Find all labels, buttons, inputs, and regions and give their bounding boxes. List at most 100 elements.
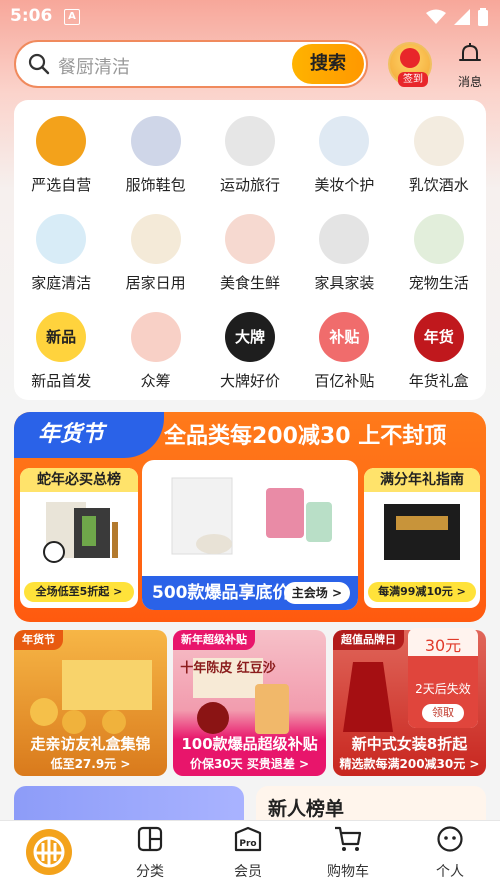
signin-button[interactable]: 签到 xyxy=(388,42,432,87)
product-image xyxy=(43,502,118,563)
home-logo-icon xyxy=(33,836,65,868)
home-tab[interactable] xyxy=(26,829,72,875)
chair-icon xyxy=(319,214,370,264)
tile-super-subsidy[interactable]: 新年超级补贴 十年陈皮 红豆沙 100款爆品超级补贴 价保30天 买贵退差 > xyxy=(173,630,326,776)
notification-icon: A xyxy=(64,9,80,25)
coupon-amount: 30元 xyxy=(424,636,462,655)
household-icon xyxy=(130,214,181,264)
pro-icon: Pro xyxy=(234,826,262,852)
category-panel: 严选自营 服饰鞋包 运动旅行 美妆个护 乳饮酒水家庭清洁 居家日用 美食生鲜 家具家装 宠物生活… xyxy=(14,100,486,400)
category-item[interactable]: 大牌 大牌好价 xyxy=(203,312,297,392)
search-icon xyxy=(28,53,50,75)
promo-main-venue-card[interactable]: 500款爆品享底价! 主会场 > xyxy=(142,460,358,610)
promo-right-title: 满分年礼指南 xyxy=(364,468,480,492)
category-item[interactable]: 居家日用 xyxy=(108,214,202,294)
pet-food-icon xyxy=(413,214,464,264)
category-item[interactable]: 严选自营 xyxy=(14,116,108,196)
category-item[interactable]: 家庭清洁 xyxy=(14,214,108,294)
category-label: 众筹 xyxy=(140,372,171,390)
promo-left-footer: 全场低至5折起 > xyxy=(24,582,134,602)
cleaning-icon xyxy=(36,214,87,264)
category-label: 居家日用 xyxy=(125,274,186,292)
tab-label: 个人 xyxy=(436,864,464,880)
bottom-tab-bar: 分类 Pro 会员 购物车 个人 xyxy=(0,820,500,888)
message-button[interactable]: 消息 xyxy=(450,42,490,90)
battery-icon xyxy=(478,8,488,26)
promo-main-caption-text: 500款爆品享底价! xyxy=(152,583,298,603)
category-label: 家庭清洁 xyxy=(31,274,92,292)
tab-cart[interactable]: 购物车 xyxy=(308,825,388,881)
svg-text:Pro: Pro xyxy=(239,839,256,849)
tile-tag: 新年超级补贴 xyxy=(173,630,255,650)
category-label: 百亿补贴 xyxy=(314,372,375,390)
tile-tag: 超值品牌日 xyxy=(333,630,404,650)
tile-subtitle: 低至27.9元 > xyxy=(50,757,131,771)
category-item[interactable]: 众筹 xyxy=(108,312,202,392)
category-label: 大牌好价 xyxy=(219,372,280,390)
coupon-expire: 2天后失效 xyxy=(415,682,471,696)
message-label: 消息 xyxy=(457,75,482,89)
product-image xyxy=(30,660,152,734)
category-item[interactable]: 家具家装 xyxy=(297,214,391,294)
tile-title: 新中式女装8折起 xyxy=(351,735,468,753)
gift-box-icon: 年货 xyxy=(413,312,464,362)
tab-profile[interactable]: 个人 xyxy=(410,825,490,881)
category-label: 乳饮酒水 xyxy=(408,176,469,194)
category-label: 宠物生活 xyxy=(408,274,469,292)
coin-icon xyxy=(400,48,420,68)
category-item[interactable]: 乳饮酒水 xyxy=(392,116,486,196)
promo-left-title: 蛇年必买总榜 xyxy=(20,468,138,492)
main-venue-button[interactable]: 主会场 > xyxy=(283,582,350,604)
tab-label: 购物车 xyxy=(327,864,369,880)
luggage-ball-icon xyxy=(224,116,275,166)
wifi-icon xyxy=(426,9,446,24)
crowdfunding-icon xyxy=(130,312,181,362)
tab-label: 分类 xyxy=(136,864,164,880)
category-item[interactable]: 宠物生活 xyxy=(392,214,486,294)
signin-label: 签到 xyxy=(398,72,428,87)
tile-subtitle: 精选款每满200减30元 > xyxy=(339,757,480,771)
tile-title: 100款爆品超级补贴 xyxy=(181,735,318,753)
status-time: 5:06 xyxy=(10,6,53,26)
search-input[interactable]: 餐厨清洁 xyxy=(58,53,130,79)
shirt-shoes-icon xyxy=(130,116,181,166)
coupon-claim-button[interactable]: 领取 xyxy=(422,704,464,722)
category-item[interactable]: 补贴 百亿补贴 xyxy=(297,312,391,392)
promo-left-card[interactable]: 蛇年必买总榜 全场低至5折起 > xyxy=(20,468,138,608)
drinks-icon xyxy=(413,116,464,166)
cosmetics-icon xyxy=(319,116,370,166)
category-label: 新品首发 xyxy=(31,372,92,390)
product-image xyxy=(171,477,332,555)
tab-membership[interactable]: Pro 会员 xyxy=(208,825,288,881)
search-button[interactable]: 搜索 xyxy=(292,44,364,84)
status-bar: 5:06 A xyxy=(0,0,500,36)
category-label: 严选自营 xyxy=(31,176,92,194)
category-badge-text: 年货 xyxy=(423,328,454,346)
tab-label: 会员 xyxy=(234,864,262,880)
coupon-card[interactable]: 30元 2天后失效 领取 xyxy=(408,628,478,728)
category-item[interactable]: 美食生鲜 xyxy=(203,214,297,294)
category-item[interactable]: 服饰鞋包 xyxy=(108,116,202,196)
big-brand-icon: 大牌 xyxy=(224,312,275,362)
category-label: 运动旅行 xyxy=(219,176,280,194)
category-item[interactable]: 新品 新品首发 xyxy=(14,312,108,392)
product-image xyxy=(384,504,460,560)
category-label: 家具家装 xyxy=(314,274,375,292)
new-year-promo-banner[interactable]: 年货节 全品类每200减30 上不封顶 蛇年必买总榜 全场低至5折起 > 500… xyxy=(14,412,486,622)
category-badge-text: 新品 xyxy=(46,328,77,346)
new-user-ranking-title: 新人榜单 xyxy=(268,798,345,820)
promo-right-card[interactable]: 满分年礼指南 每满99减10元 > xyxy=(364,468,480,608)
search-bar[interactable]: 餐厨清洁 搜索 xyxy=(14,40,368,88)
subsidy-icon: 补贴 xyxy=(319,312,370,362)
status-icons xyxy=(426,8,488,26)
category-item[interactable]: 运动旅行 xyxy=(203,116,297,196)
category-badge-text: 补贴 xyxy=(329,328,360,346)
category-grid: 严选自营 服饰鞋包 运动旅行 美妆个护 乳饮酒水家庭清洁 居家日用 美食生鲜 家具家装 宠物生活… xyxy=(14,116,486,392)
tab-category[interactable]: 分类 xyxy=(110,825,190,881)
category-label: 年货礼盒 xyxy=(408,372,469,390)
profile-icon xyxy=(437,826,463,852)
tile-gift-boxes[interactable]: 年货节 走亲访友礼盒集锦 低至27.9元 > xyxy=(14,630,167,776)
category-item[interactable]: 美妆个护 xyxy=(297,116,391,196)
category-item[interactable]: 年货 年货礼盒 xyxy=(392,312,486,392)
category-label: 服饰鞋包 xyxy=(125,176,186,194)
